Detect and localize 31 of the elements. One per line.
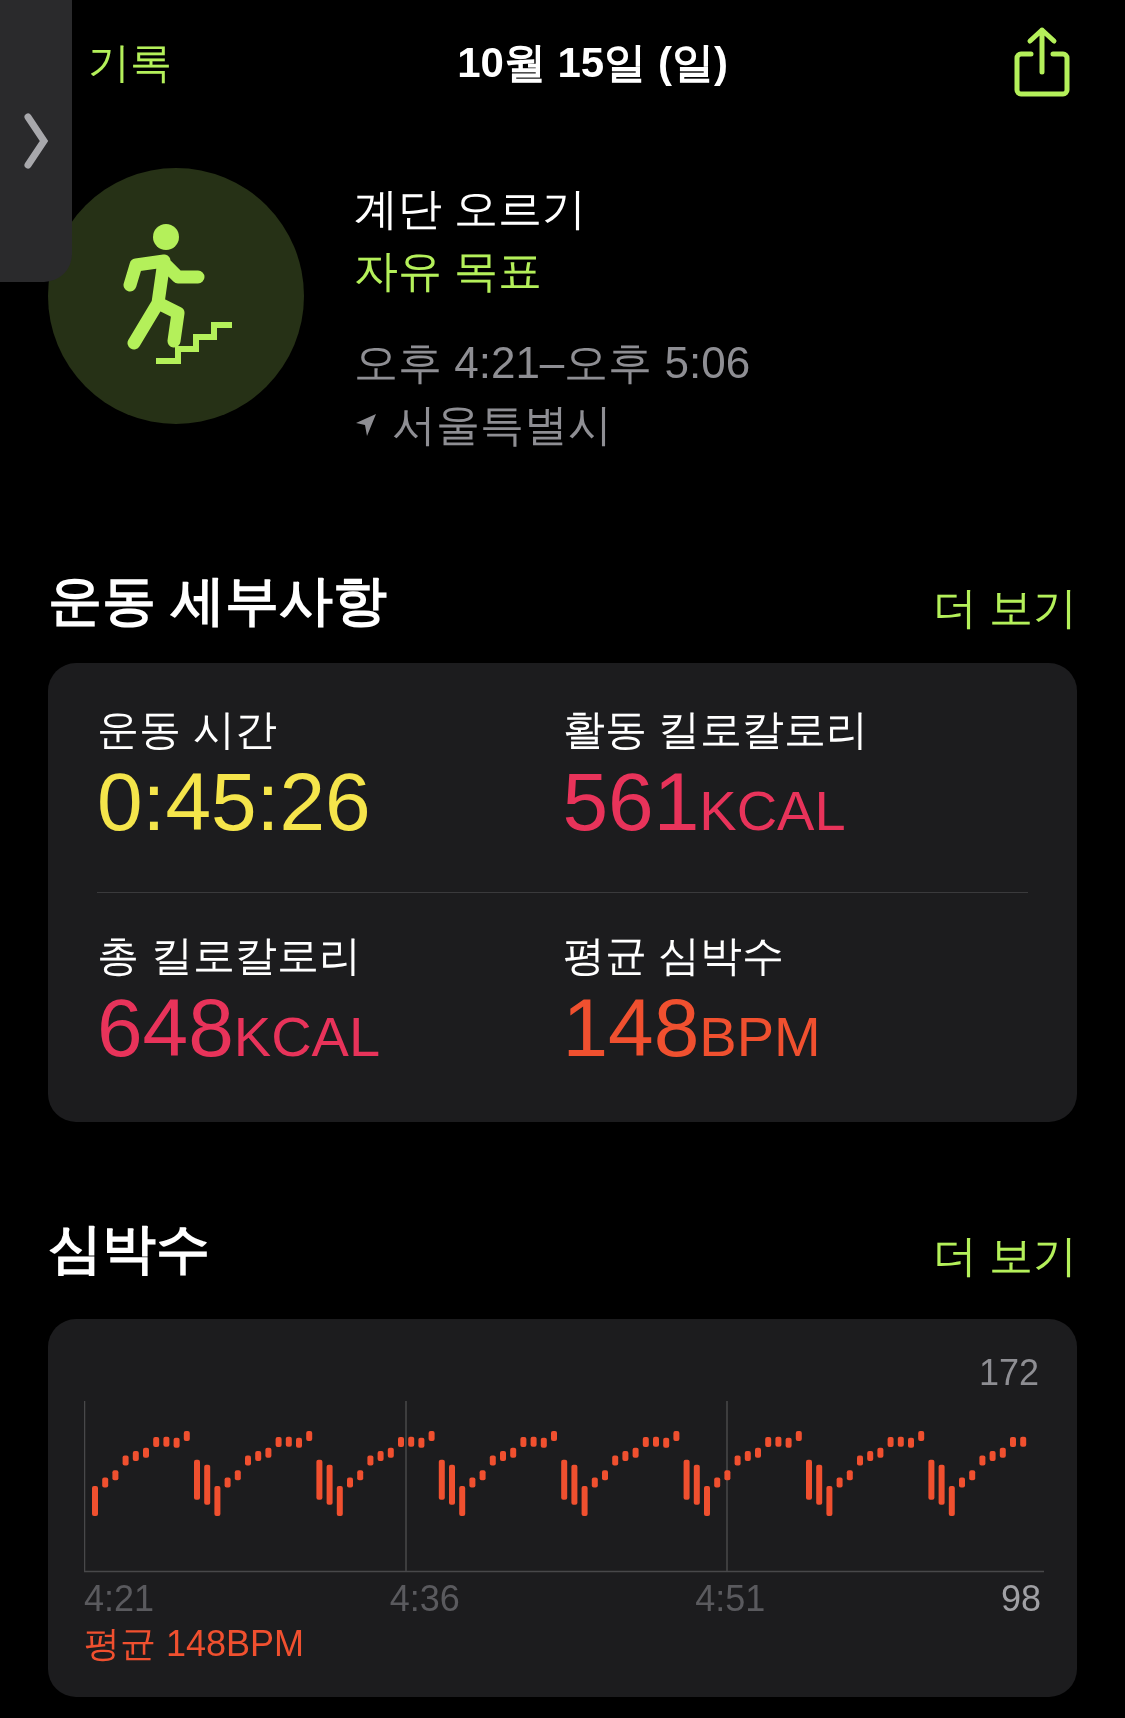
chevron-right-icon — [22, 113, 50, 169]
metric-label: 운동 시간 — [97, 705, 278, 755]
metric-value: 561 — [562, 757, 700, 847]
side-tab[interactable] — [0, 0, 72, 282]
metric-unit: KCAL — [699, 778, 846, 844]
time-axis-label: 4:21 — [84, 1577, 156, 1621]
average-heart-rate: 평균 148BPM — [84, 1622, 306, 1666]
section-title: 심박수 — [48, 1217, 210, 1280]
metric-unit: KCAL — [233, 1004, 381, 1070]
more-link[interactable]: 더 보기 — [932, 1223, 1077, 1289]
metric-label: 총 킬로칼로리 — [97, 931, 362, 981]
metric-label: 평균 심박수 — [562, 931, 786, 981]
back-link[interactable]: 기록 — [88, 30, 172, 94]
workout-goal: 자유 목표 — [354, 245, 544, 297]
metric-unit: BPM — [699, 1004, 821, 1070]
share-icon[interactable] — [1013, 26, 1071, 98]
time-axis-label: 4:51 — [695, 1577, 767, 1621]
workout-location: 서울특별시 — [392, 399, 612, 451]
max-label: 172 — [978, 1353, 1039, 1393]
workout-name: 계단 오르기 — [354, 183, 588, 235]
workout-time: 오후 4:21–오후 5:06 — [354, 337, 751, 389]
metric-value: 648 — [97, 983, 234, 1073]
location-arrow-icon — [354, 412, 378, 438]
screen-title: 10월 15일 (일) — [457, 37, 728, 88]
more-link[interactable]: 더 보기 — [932, 575, 1077, 641]
min-label: 98 — [1000, 1577, 1041, 1621]
metric-label: 활동 킬로칼로리 — [562, 705, 870, 755]
metric-value: 148 — [562, 983, 700, 1073]
section-title: 운동 세부사항 — [48, 569, 387, 632]
metric-value: 0:45:26 — [97, 757, 371, 847]
time-axis-label: 4:36 — [389, 1577, 461, 1621]
